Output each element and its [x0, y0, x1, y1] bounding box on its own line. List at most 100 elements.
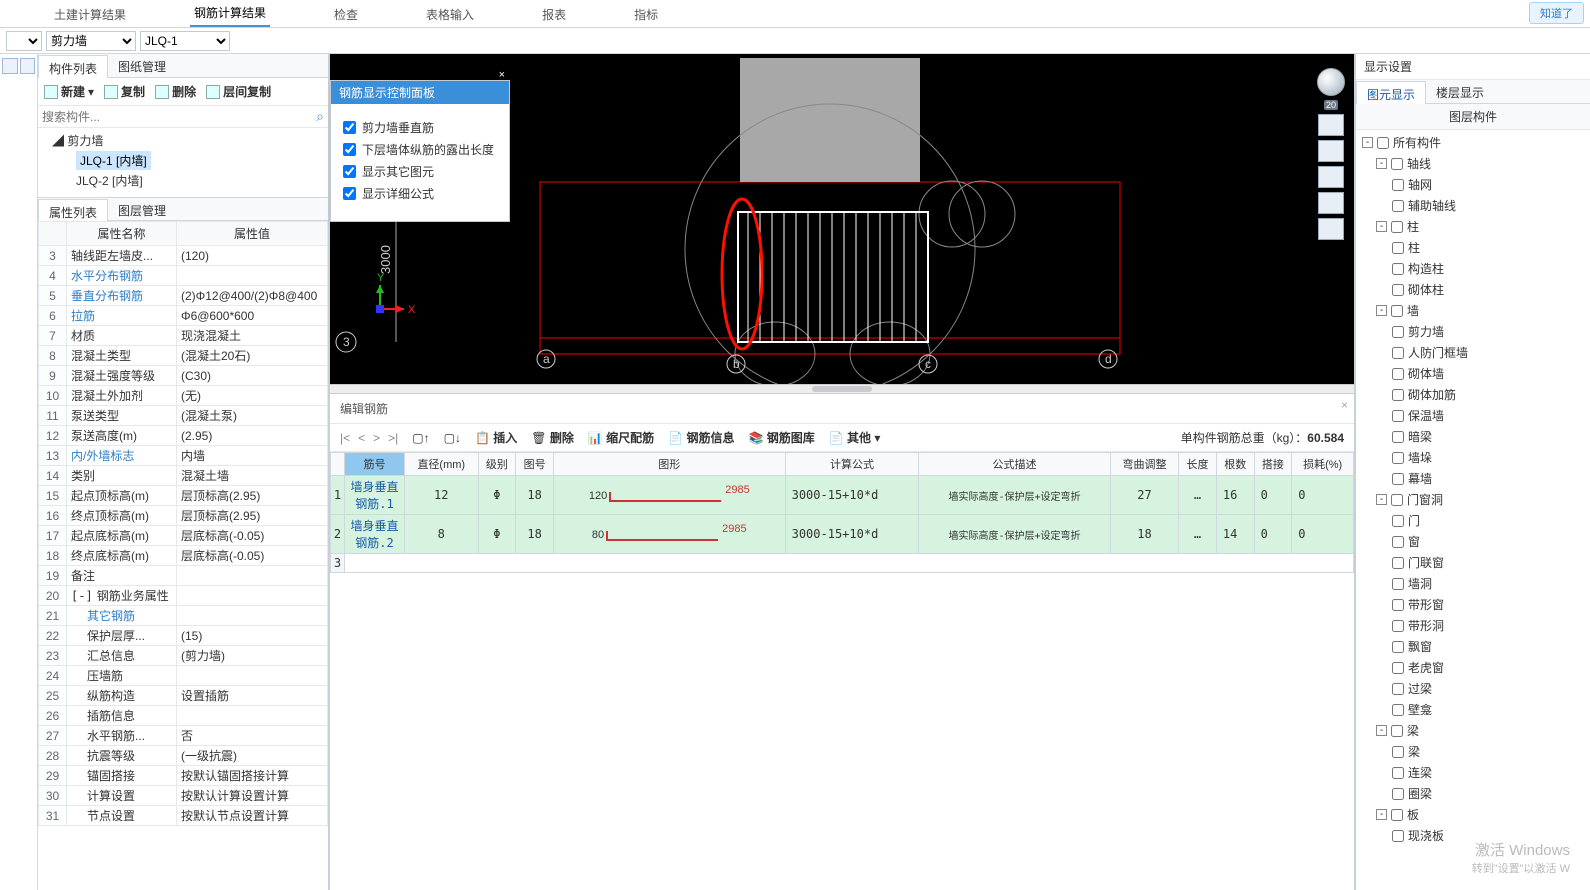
category-select[interactable]: 剪力墙 — [46, 31, 136, 51]
layer-node[interactable]: - 轴线 — [1356, 153, 1590, 174]
tab-props[interactable]: 属性列表 — [38, 199, 108, 221]
bend[interactable]: 27 — [1110, 476, 1178, 515]
code[interactable]: 18 — [516, 515, 554, 554]
layer-node[interactable]: 带形洞 — [1356, 615, 1590, 636]
layer-node[interactable]: 墙垛 — [1356, 447, 1590, 468]
layer-node[interactable]: 窗 — [1356, 531, 1590, 552]
prop-name[interactable]: 轴线距左墙皮... — [67, 246, 177, 266]
prop-value[interactable]: Φ6@600*600 — [177, 306, 328, 326]
layer-checkbox[interactable] — [1391, 305, 1403, 317]
tab-table-input[interactable]: 表格输入 — [422, 0, 478, 27]
prop-name[interactable]: [-]钢筋业务属性 — [67, 586, 177, 606]
prop-value[interactable] — [177, 706, 328, 726]
prop-value[interactable]: 按默认计算设置计算 — [177, 786, 328, 806]
nav-prev[interactable]: < — [358, 431, 365, 445]
layer-checkbox[interactable] — [1392, 368, 1404, 380]
copy-button[interactable]: 复制 — [104, 83, 145, 100]
lib-button[interactable]: 📚 钢筋图库 — [748, 429, 814, 446]
tree-item-1[interactable]: JLQ-1 [内墙] — [48, 151, 328, 170]
toggle-icon[interactable]: - — [1376, 809, 1387, 820]
toggle-icon[interactable]: - — [1362, 137, 1373, 148]
know-it-tip[interactable]: 知道了 — [1529, 2, 1584, 24]
display-option[interactable]: 显示其它图元 — [343, 163, 497, 180]
prop-value[interactable]: 设置插筋 — [177, 686, 328, 706]
prop-name[interactable]: 混凝土外加剂 — [67, 386, 177, 406]
layer-node[interactable]: 砌体墙 — [1356, 363, 1590, 384]
shape[interactable]: 802985 — [553, 515, 785, 554]
layer-checkbox[interactable] — [1392, 578, 1404, 590]
layer-node[interactable]: 辅助轴线 — [1356, 195, 1590, 216]
layer-checkbox[interactable] — [1392, 431, 1404, 443]
desc[interactable]: 墙实际高度-保护层+设定弯折 — [919, 476, 1110, 515]
prop-name[interactable]: 保护层厚... — [67, 626, 177, 646]
floor-copy-button[interactable]: 层间复制 — [206, 83, 271, 100]
layer-node[interactable]: 过梁 — [1356, 678, 1590, 699]
prop-value[interactable]: 按默认锚固搭接计算 — [177, 766, 328, 786]
prop-value[interactable]: 层底标高(-0.05) — [177, 526, 328, 546]
layer-node[interactable]: 剪力墙 — [1356, 321, 1590, 342]
prop-name[interactable]: 拉筋 — [67, 306, 177, 326]
code[interactable]: 18 — [516, 476, 554, 515]
toggle-icon[interactable]: - — [1376, 305, 1387, 316]
prop-value[interactable]: 层底标高(-0.05) — [177, 546, 328, 566]
prop-name[interactable]: 节点设置 — [67, 806, 177, 826]
prop-name[interactable]: 垂直分布钢筋 — [67, 286, 177, 306]
layer-node[interactable]: - 所有构件 — [1356, 132, 1590, 153]
rtab-element[interactable]: 图元显示 — [1356, 81, 1426, 104]
prop-value[interactable] — [177, 566, 328, 586]
loss[interactable]: 0 — [1292, 515, 1354, 554]
layer-node[interactable]: 砌体柱 — [1356, 279, 1590, 300]
toggle-icon[interactable]: - — [1376, 221, 1387, 232]
layer-checkbox[interactable] — [1392, 620, 1404, 632]
layer-checkbox[interactable] — [1392, 326, 1404, 338]
prop-name[interactable]: 锚固搭接 — [67, 766, 177, 786]
layer-checkbox[interactable] — [1392, 767, 1404, 779]
layer-checkbox[interactable] — [1392, 788, 1404, 800]
layer-checkbox[interactable] — [1392, 410, 1404, 422]
checkbox[interactable] — [343, 121, 356, 134]
prop-value[interactable] — [177, 606, 328, 626]
layer-node[interactable]: 门 — [1356, 510, 1590, 531]
left-tab-list[interactable]: 构件列表 — [38, 55, 108, 78]
layer-node[interactable]: - 墙 — [1356, 300, 1590, 321]
empty-row[interactable] — [345, 554, 1354, 573]
strip-icon-1[interactable] — [2, 58, 18, 74]
layer-checkbox[interactable] — [1392, 179, 1404, 191]
prop-value[interactable]: 按默认节点设置计算 — [177, 806, 328, 826]
prop-name[interactable]: 类别 — [67, 466, 177, 486]
layer-node[interactable]: - 板 — [1356, 804, 1590, 825]
tab-report[interactable]: 报表 — [538, 0, 570, 27]
lap[interactable]: 0 — [1254, 515, 1292, 554]
prop-name[interactable]: 纵筋构造 — [67, 686, 177, 706]
prop-name[interactable]: 混凝土类型 — [67, 346, 177, 366]
layer-node[interactable]: 飘窗 — [1356, 636, 1590, 657]
layer-checkbox[interactable] — [1377, 137, 1389, 149]
layer-checkbox[interactable] — [1392, 263, 1404, 275]
layer-node[interactable]: - 门窗洞 — [1356, 489, 1590, 510]
layer-node[interactable]: 保温墙 — [1356, 405, 1590, 426]
prop-name[interactable]: 插筋信息 — [67, 706, 177, 726]
checkbox[interactable] — [343, 165, 356, 178]
grade[interactable]: Φ — [478, 515, 516, 554]
nav-last[interactable]: >| — [388, 431, 398, 445]
layer-node[interactable]: 构造柱 — [1356, 258, 1590, 279]
layer-node[interactable]: 连梁 — [1356, 762, 1590, 783]
layer-checkbox[interactable] — [1391, 494, 1403, 506]
len[interactable]: … — [1179, 515, 1217, 554]
prop-name[interactable]: 水平分布钢筋 — [67, 266, 177, 286]
layer-checkbox[interactable] — [1392, 200, 1404, 212]
prop-name[interactable]: 终点底标高(m) — [67, 546, 177, 566]
display-option[interactable]: 显示详细公式 — [343, 185, 497, 202]
rebar-display-panel[interactable]: ×钢筋显示控制面板 剪力墙垂直筋 下层墙体纵筋的露出长度 显示其它图元 显示详细… — [330, 80, 510, 222]
nav-cube-3[interactable] — [1318, 166, 1344, 188]
delete-button[interactable]: 🗑 删除 — [531, 429, 574, 446]
rebar-grid[interactable]: 筋号直径(mm)级别图号图形计算公式公式描述弯曲调整长度根数搭接损耗(%) 1墙… — [330, 452, 1354, 890]
layer-node[interactable]: 轴网 — [1356, 174, 1590, 195]
prop-value[interactable]: 现浇混凝土 — [177, 326, 328, 346]
layer-checkbox[interactable] — [1391, 221, 1403, 233]
layer-checkbox[interactable] — [1392, 452, 1404, 464]
len[interactable]: … — [1179, 476, 1217, 515]
bend[interactable]: 18 — [1110, 515, 1178, 554]
insert-button[interactable]: 📋 插入 — [475, 429, 517, 446]
splitter-handle[interactable] — [330, 384, 1354, 394]
